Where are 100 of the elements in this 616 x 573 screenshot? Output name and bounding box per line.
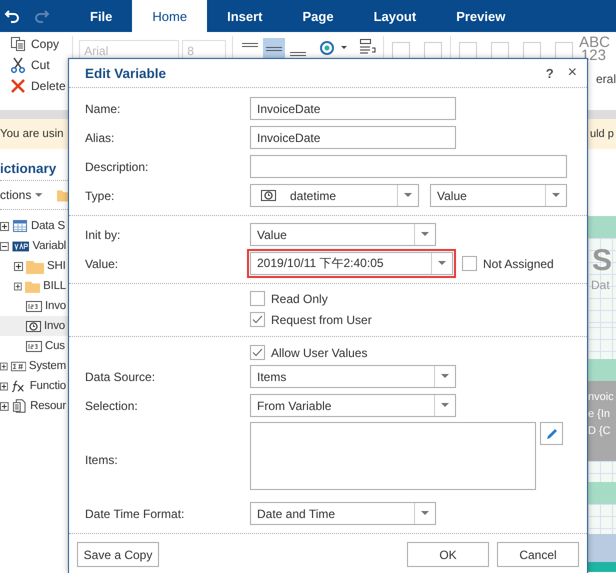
tree-item[interactable]: Cus bbox=[0, 336, 68, 356]
help-button[interactable]: ? bbox=[546, 66, 554, 80]
checkbox[interactable]: Request from User bbox=[250, 312, 372, 327]
command-label: Cut bbox=[31, 58, 50, 72]
edit-button[interactable] bbox=[540, 422, 563, 445]
checkbox-box[interactable] bbox=[250, 291, 265, 306]
tree-item-label: Data S bbox=[31, 220, 65, 232]
actions-menu[interactable]: ctions bbox=[0, 188, 32, 202]
input-field[interactable]: InvoiceDate bbox=[250, 126, 456, 149]
field-label: Description: bbox=[85, 160, 150, 174]
dropdown[interactable]: Date and Time bbox=[250, 502, 436, 525]
check-icon bbox=[252, 315, 263, 324]
tree-item-label: SHI bbox=[47, 260, 66, 272]
table-icon bbox=[12, 219, 28, 233]
rotate-icon[interactable] bbox=[317, 38, 350, 58]
style-sample-text: ABC bbox=[579, 36, 611, 49]
dropdown[interactable]: Items bbox=[250, 365, 456, 388]
ribbon-tab[interactable]: File bbox=[70, 0, 132, 32]
field-label: Type: bbox=[85, 188, 116, 202]
dropdown-value: Value bbox=[256, 226, 288, 244]
tree-item[interactable]: SHI bbox=[0, 256, 68, 276]
input-field[interactable] bbox=[250, 155, 567, 178]
ribbon-tab[interactable]: Layout bbox=[354, 0, 436, 32]
checkbox-box[interactable] bbox=[462, 256, 477, 271]
ribbon-tab[interactable]: Page bbox=[282, 0, 354, 32]
dropdown-value: datetime bbox=[251, 185, 397, 206]
ribbon-tab[interactable]: Insert bbox=[207, 0, 282, 32]
pencil-icon bbox=[544, 426, 558, 440]
checkbox[interactable]: Allow User Values bbox=[250, 345, 368, 360]
dropdown-value: From Variable bbox=[256, 398, 332, 414]
checkbox-box[interactable] bbox=[250, 312, 265, 327]
expand-icon[interactable] bbox=[0, 402, 9, 410]
dropdown[interactable]: datetime bbox=[250, 184, 419, 207]
checkbox[interactable]: Not Assigned bbox=[462, 256, 554, 271]
tree-item[interactable]: System bbox=[0, 356, 68, 376]
tree-item[interactable]: Functio bbox=[0, 376, 68, 396]
report-title: S bbox=[591, 244, 614, 278]
field-label: Data Source: bbox=[85, 370, 156, 384]
field-label: Alias: bbox=[85, 130, 116, 144]
dropdown[interactable]: From Variable bbox=[250, 394, 456, 417]
dropdown-arrow-icon bbox=[441, 374, 449, 379]
dropdown[interactable]: Value bbox=[430, 184, 567, 207]
dropdown-arrow-icon bbox=[441, 403, 449, 408]
clock-icon bbox=[261, 190, 276, 201]
tree-item[interactable]: Data S bbox=[0, 216, 68, 236]
expand-icon[interactable] bbox=[0, 222, 9, 230]
field-label: Date Time Format: bbox=[85, 506, 186, 520]
tree-item[interactable]: Invo bbox=[0, 296, 68, 316]
checkbox-box[interactable] bbox=[250, 345, 265, 360]
tree-item-label: Invo bbox=[45, 300, 66, 312]
field-label: Selection: bbox=[85, 398, 139, 412]
align-icon bbox=[290, 52, 306, 56]
tree-item-label: Functio bbox=[30, 380, 66, 392]
panel-title: ictionary bbox=[0, 160, 56, 178]
field-label: Value: bbox=[85, 256, 120, 270]
report-text: Dat bbox=[590, 278, 611, 292]
input-field[interactable]: InvoiceDate bbox=[250, 97, 456, 120]
dropdown-arrow-icon bbox=[421, 232, 429, 237]
tree-item-label: Cus bbox=[45, 340, 65, 352]
tree-item[interactable]: Invo bbox=[0, 316, 68, 336]
dropdown-value: 2019/10/11 下午2:40:05 bbox=[256, 255, 385, 272]
copy-command[interactable]: Copy bbox=[10, 36, 70, 52]
command-label: Copy bbox=[31, 37, 60, 51]
tree-item[interactable]: Variabl bbox=[0, 236, 68, 256]
ribbon-tab[interactable]: Home bbox=[132, 0, 208, 32]
variable-icon bbox=[12, 240, 30, 252]
scissors-icon bbox=[10, 57, 26, 73]
cut-command[interactable]: Cut bbox=[10, 57, 70, 73]
expand-icon[interactable] bbox=[0, 382, 8, 390]
wrap-text-icon[interactable] bbox=[359, 38, 378, 56]
dropdown-arrow-icon bbox=[552, 193, 560, 198]
style-label: eral bbox=[596, 72, 616, 86]
close-button[interactable]: × bbox=[568, 64, 577, 82]
dropdown[interactable]: 2019/10/11 下午2:40:05 bbox=[250, 252, 453, 275]
dialog-button[interactable]: Cancel bbox=[497, 542, 579, 567]
check-icon bbox=[252, 348, 263, 357]
report-band bbox=[588, 358, 616, 381]
dialog-button[interactable]: Save a Copy bbox=[77, 542, 159, 567]
report-grid bbox=[588, 460, 616, 482]
checkbox[interactable]: Read Only bbox=[250, 291, 328, 306]
dropdown[interactable]: Value bbox=[250, 223, 436, 246]
ribbon-tab[interactable]: Preview bbox=[436, 0, 526, 32]
dialog-button[interactable]: OK bbox=[407, 542, 489, 567]
collapse-icon[interactable] bbox=[0, 242, 9, 250]
dialog-title: Edit Variable bbox=[85, 66, 168, 80]
footer-band bbox=[588, 534, 616, 562]
copy-icon bbox=[10, 36, 26, 52]
expand-icon[interactable] bbox=[0, 362, 8, 370]
tree-item[interactable]: Resour bbox=[0, 396, 68, 416]
expand-icon[interactable] bbox=[14, 282, 22, 290]
field-label: Name: bbox=[85, 102, 122, 116]
report-text: e {In bbox=[588, 408, 612, 420]
align-icon bbox=[266, 47, 282, 51]
report-grid bbox=[588, 504, 616, 534]
undo-icon[interactable] bbox=[4, 8, 22, 24]
delete-command[interactable]: Delete bbox=[10, 78, 70, 94]
tree-item-label: Invo bbox=[44, 320, 65, 332]
expand-icon[interactable] bbox=[14, 262, 23, 270]
align-button[interactable] bbox=[263, 38, 286, 60]
tree-item[interactable]: BILL bbox=[0, 276, 68, 296]
